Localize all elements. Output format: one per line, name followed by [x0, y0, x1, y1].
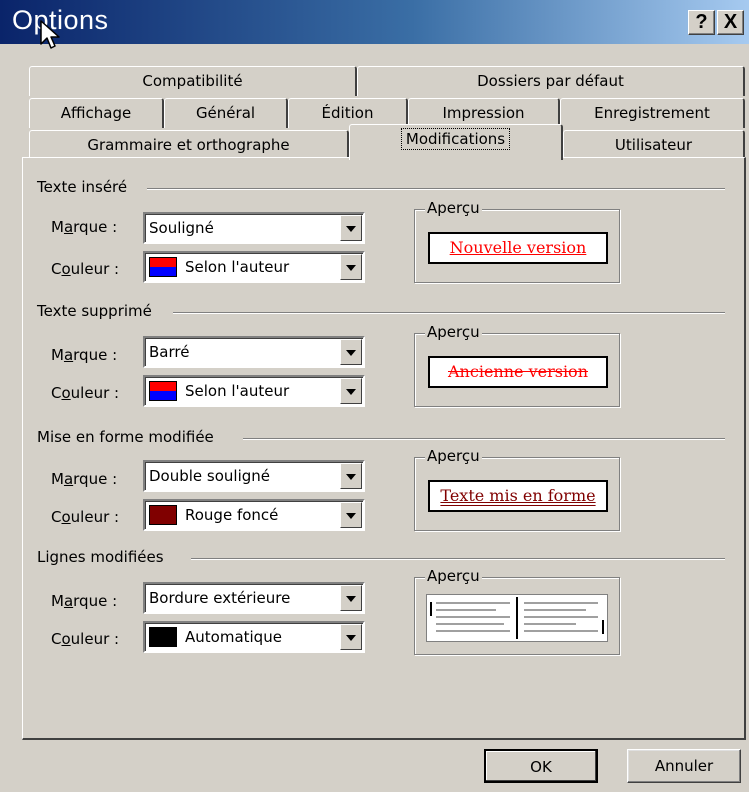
group-divider: [191, 558, 725, 560]
chevron-down-icon[interactable]: [340, 215, 362, 241]
deleted-mark-value: Barré: [149, 343, 190, 361]
preview-inserted: Aperçu Nouvelle version: [414, 199, 620, 283]
chevron-down-icon[interactable]: [340, 585, 362, 611]
preview-deleted-text: Ancienne version: [448, 362, 588, 381]
formatted-mark-select[interactable]: Double souligné: [143, 460, 365, 492]
preview-lines-graphic: [426, 594, 608, 642]
color-swatch-auto: [149, 627, 177, 647]
title-bar[interactable]: Options ? X: [0, 0, 749, 44]
label-color: Couleur :: [51, 630, 120, 648]
chevron-down-icon[interactable]: [340, 624, 362, 650]
inserted-mark-select[interactable]: Souligné: [143, 212, 365, 244]
label-mark: Marque :: [51, 592, 118, 610]
close-button[interactable]: X: [717, 10, 744, 35]
group-divider: [243, 438, 725, 440]
color-swatch-dark-red: [149, 505, 177, 525]
cancel-button[interactable]: Annuler: [627, 749, 741, 783]
modifications-panel: Texte inséré Marque : Souligné Couleur :…: [22, 157, 746, 740]
lines-mark-select[interactable]: Bordure extérieure: [143, 582, 365, 614]
lines-color-value: Automatique: [185, 628, 282, 646]
group-title-lines: Lignes modifiées: [37, 548, 170, 566]
inserted-color-select[interactable]: Selon l'auteur: [143, 251, 365, 283]
label-mark: Marque :: [51, 470, 118, 488]
tab-compatibilite[interactable]: Compatibilité: [29, 66, 357, 96]
chevron-down-icon[interactable]: [340, 502, 362, 528]
options-dialog: Options ? X Compatibilité Dossiers par d…: [0, 0, 749, 792]
preview-title: Aperçu: [425, 567, 482, 585]
tab-grammaire[interactable]: Grammaire et orthographe: [29, 130, 349, 160]
group-divider: [173, 312, 725, 314]
label-color: Couleur :: [51, 508, 120, 526]
ok-button[interactable]: OK: [484, 749, 598, 783]
preview-title: Aperçu: [425, 323, 482, 341]
tab-utilisateur[interactable]: Utilisateur: [563, 130, 745, 160]
group-divider: [147, 188, 725, 190]
deleted-color-value: Selon l'auteur: [185, 382, 290, 400]
preview-box: Texte mis en forme: [428, 480, 608, 512]
color-swatch-author: [149, 257, 177, 277]
group-title-formatted: Mise en forme modifiée: [37, 428, 220, 446]
formatted-color-value: Rouge foncé: [185, 506, 279, 524]
tab-dossiers-par-defaut[interactable]: Dossiers par défaut: [357, 66, 745, 96]
tab-affichage[interactable]: Affichage: [29, 98, 164, 128]
lines-mark-value: Bordure extérieure: [149, 589, 291, 607]
label-color: Couleur :: [51, 260, 120, 278]
label-mark: Marque :: [51, 346, 118, 364]
tab-modifications[interactable]: Modifications: [349, 124, 563, 160]
tab-modifications-label: Modifications: [400, 128, 511, 150]
deleted-color-select[interactable]: Selon l'auteur: [143, 375, 365, 407]
preview-formatted-text: Texte mis en forme: [440, 486, 596, 505]
preview-formatted: Aperçu Texte mis en forme: [414, 447, 620, 531]
mouse-cursor-icon: [40, 20, 60, 49]
preview-inserted-text: Nouvelle version: [449, 238, 587, 257]
label-color: Couleur :: [51, 384, 120, 402]
preview-lines: Aperçu: [414, 567, 620, 655]
color-swatch-author: [149, 381, 177, 401]
formatted-color-select[interactable]: Rouge foncé: [143, 499, 365, 531]
preview-title: Aperçu: [425, 199, 482, 217]
chevron-down-icon[interactable]: [340, 463, 362, 489]
tab-enregistrement[interactable]: Enregistrement: [560, 98, 745, 128]
inserted-mark-value: Souligné: [149, 219, 214, 237]
help-button[interactable]: ?: [688, 10, 715, 35]
chevron-down-icon[interactable]: [340, 339, 362, 365]
lines-color-select[interactable]: Automatique: [143, 621, 365, 653]
preview-deleted: Aperçu Ancienne version: [414, 323, 620, 407]
group-title-inserted: Texte inséré: [37, 178, 134, 196]
inserted-color-value: Selon l'auteur: [185, 258, 290, 276]
formatted-mark-value: Double souligné: [149, 467, 271, 485]
preview-title: Aperçu: [425, 447, 482, 465]
chevron-down-icon[interactable]: [340, 378, 362, 404]
preview-box: Nouvelle version: [428, 232, 608, 264]
label-mark: Marque :: [51, 218, 118, 236]
deleted-mark-select[interactable]: Barré: [143, 336, 365, 368]
chevron-down-icon[interactable]: [340, 254, 362, 280]
group-title-deleted: Texte supprimé: [37, 302, 158, 320]
tab-general[interactable]: Général: [164, 98, 288, 128]
preview-box: Ancienne version: [428, 356, 608, 388]
